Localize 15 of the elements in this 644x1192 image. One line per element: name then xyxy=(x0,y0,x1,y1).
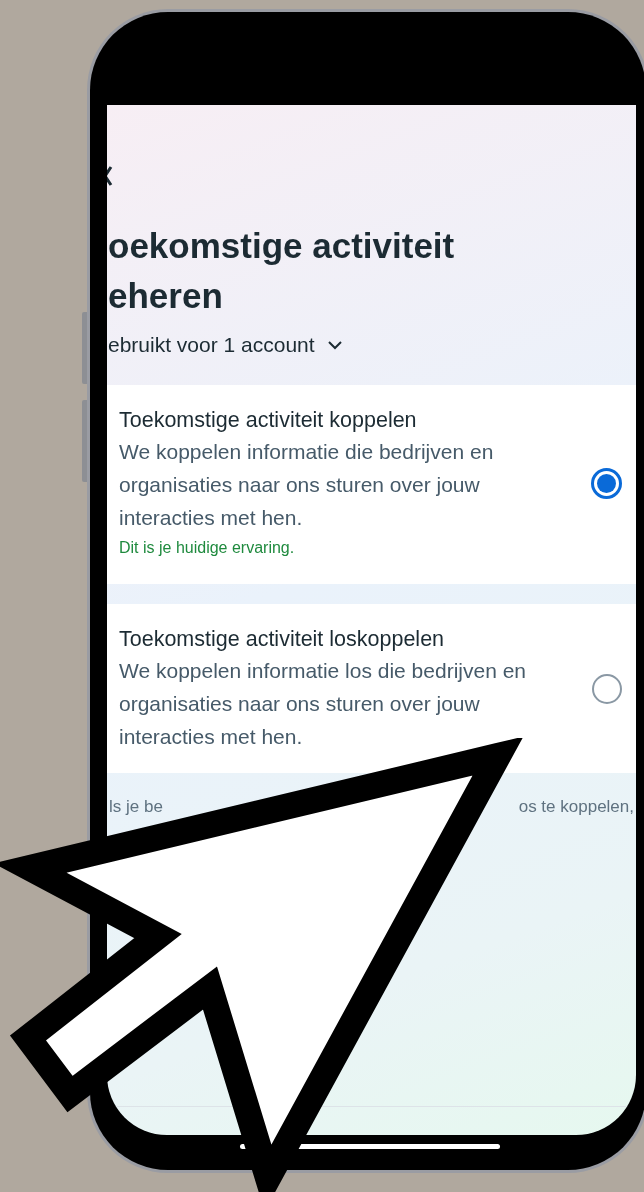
chevron-down-icon xyxy=(326,340,343,350)
page-title: oekomstige activiteit xyxy=(108,225,456,267)
radio-button[interactable] xyxy=(591,468,622,499)
footer-text: os te koppelen, xyxy=(518,797,634,817)
option-card[interactable]: Toekomstige activiteit koppelen We koppelen informatie die bedrijven en organisaties naar ons sturen over jouw interacties met hen. Dit is je huidige ervaring. xyxy=(107,385,636,584)
page-title: eheren xyxy=(108,275,224,317)
option-description: We koppelen informatie die bedrijven en organisaties naar ons sturen over jouw interacties met hen. xyxy=(119,439,495,531)
option-title: Toekomstige activiteit koppelen xyxy=(119,407,418,434)
footer-text: ls je be xyxy=(109,797,163,817)
option-card[interactable]: Toekomstige activiteit loskoppelen We koppelen informatie los die bedrijven en organisaties naar ons sturen over jouw interacties met hen. xyxy=(107,604,636,773)
account-dropdown[interactable]: ebruikt voor 1 account xyxy=(108,333,343,357)
current-experience-note: Dit is je huidige ervaring. xyxy=(119,538,296,558)
option-description: We koppelen informatie los die bedrijven en organisaties naar ons sturen over jouw interacties met hen. xyxy=(119,658,528,750)
radio-button[interactable] xyxy=(592,673,622,704)
option-title: Toekomstige activiteit loskoppelen xyxy=(119,626,446,653)
